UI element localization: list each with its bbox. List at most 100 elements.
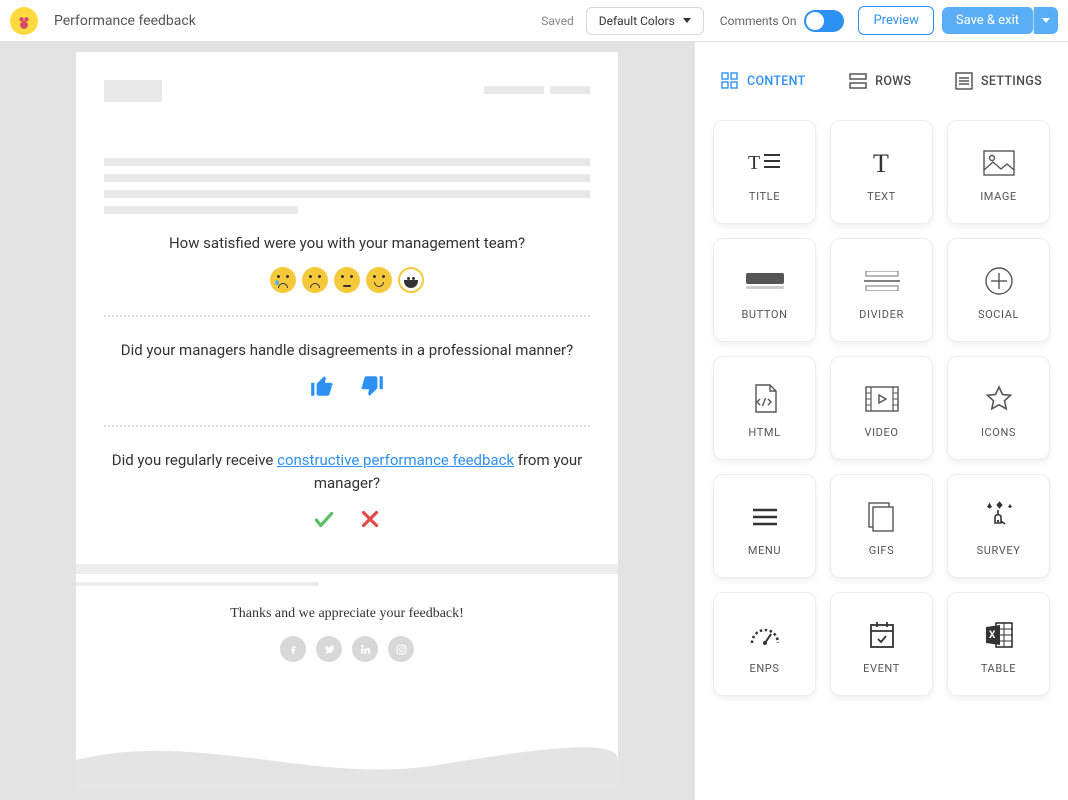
tile-label: ICONS bbox=[981, 426, 1016, 439]
social-icon bbox=[984, 260, 1014, 302]
emoji-rating-row bbox=[104, 267, 590, 293]
chevron-down-icon bbox=[1042, 18, 1050, 23]
excel-icon: X bbox=[984, 614, 1014, 656]
image-icon bbox=[983, 142, 1015, 184]
tab-rows[interactable]: ROWS bbox=[849, 72, 911, 90]
tile-social[interactable]: SOCIAL bbox=[947, 238, 1050, 342]
settings-icon bbox=[955, 72, 973, 90]
header-text-placeholder bbox=[550, 86, 590, 94]
header-logo-placeholder bbox=[104, 80, 162, 102]
saved-status: Saved bbox=[541, 14, 573, 28]
survey-icon bbox=[981, 496, 1017, 538]
gifs-icon bbox=[868, 496, 896, 538]
tile-label: BUTTON bbox=[741, 308, 787, 321]
editor-canvas[interactable]: How satisfied were you with your managem… bbox=[0, 42, 694, 800]
button-icon bbox=[746, 260, 784, 302]
preview-button[interactable]: Preview bbox=[858, 6, 933, 35]
rows-icon bbox=[849, 72, 867, 90]
tile-video[interactable]: VIDEO bbox=[830, 356, 933, 460]
tile-label: DIVIDER bbox=[859, 308, 904, 321]
email-preview: How satisfied were you with your managem… bbox=[76, 52, 618, 790]
dotted-divider bbox=[104, 315, 590, 317]
tile-title[interactable]: T TITLE bbox=[713, 120, 816, 224]
tile-divider[interactable]: DIVIDER bbox=[830, 238, 933, 342]
panel-tabs: CONTENT ROWS SETTINGS bbox=[713, 50, 1050, 120]
app-logo bbox=[10, 7, 38, 35]
tile-text[interactable]: T TEXT bbox=[830, 120, 933, 224]
social-icons-row bbox=[104, 636, 590, 662]
thumbs-row bbox=[104, 373, 590, 403]
emoji-neutral-icon[interactable] bbox=[334, 267, 360, 293]
thumbs-up-icon[interactable] bbox=[309, 373, 335, 403]
save-button-group: Save & exit bbox=[942, 7, 1058, 34]
twitter-icon[interactable] bbox=[316, 636, 342, 662]
svg-text:X: X bbox=[989, 630, 996, 641]
thin-divider bbox=[76, 582, 319, 586]
comments-toggle[interactable] bbox=[804, 10, 844, 32]
content-tiles: T TITLE T TEXT IMAGE BUTTON DIVIDER SOCIAL… bbox=[713, 120, 1050, 696]
tile-event[interactable]: EVENT bbox=[830, 592, 933, 696]
tile-label: IMAGE bbox=[980, 190, 1017, 203]
top-bar: Performance feedback Saved Default Color… bbox=[0, 0, 1068, 42]
tile-button[interactable]: BUTTON bbox=[713, 238, 816, 342]
tile-label: MENU bbox=[748, 544, 781, 557]
tile-label: VIDEO bbox=[864, 426, 898, 439]
tile-table[interactable]: X TABLE bbox=[947, 592, 1050, 696]
tile-gifs[interactable]: GIFS bbox=[830, 474, 933, 578]
emoji-very-sad-icon[interactable] bbox=[270, 267, 296, 293]
title-icon: T bbox=[748, 142, 782, 184]
page-title: Performance feedback bbox=[54, 13, 196, 29]
cross-icon[interactable] bbox=[357, 506, 383, 536]
tile-menu[interactable]: MENU bbox=[713, 474, 816, 578]
menu-icon bbox=[751, 496, 779, 538]
tile-label: TABLE bbox=[981, 662, 1016, 675]
save-dropdown-button[interactable] bbox=[1034, 7, 1058, 34]
save-exit-button[interactable]: Save & exit bbox=[942, 7, 1034, 34]
emoji-grin-icon[interactable] bbox=[398, 267, 424, 293]
check-icon[interactable] bbox=[311, 506, 337, 536]
svg-text:T: T bbox=[748, 152, 760, 174]
comments-label: Comments On bbox=[720, 14, 797, 28]
instagram-icon[interactable] bbox=[388, 636, 414, 662]
tile-html[interactable]: HTML bbox=[713, 356, 816, 460]
html-icon bbox=[752, 378, 778, 420]
tile-icons[interactable]: ICONS bbox=[947, 356, 1050, 460]
linkedin-icon[interactable] bbox=[352, 636, 378, 662]
paragraph-placeholder bbox=[104, 158, 590, 166]
tile-survey[interactable]: SURVEY bbox=[947, 474, 1050, 578]
tile-label: TITLE bbox=[749, 190, 780, 203]
tile-image[interactable]: IMAGE bbox=[947, 120, 1050, 224]
tile-label: HTML bbox=[748, 426, 780, 439]
emoji-sad-icon[interactable] bbox=[302, 267, 328, 293]
question-2-text: Did your managers handle disagreements i… bbox=[104, 339, 590, 362]
emoji-happy-icon[interactable] bbox=[366, 267, 392, 293]
tile-enps[interactable]: ENPS bbox=[713, 592, 816, 696]
footer-wave bbox=[76, 730, 618, 790]
tab-content-label: CONTENT bbox=[747, 74, 806, 89]
tile-label: TEXT bbox=[867, 190, 896, 203]
tile-label: SOCIAL bbox=[978, 308, 1019, 321]
divider-icon bbox=[864, 260, 900, 302]
tab-settings[interactable]: SETTINGS bbox=[955, 72, 1042, 90]
paragraph-placeholder bbox=[104, 206, 298, 214]
facebook-icon[interactable] bbox=[280, 636, 306, 662]
svg-text:T: T bbox=[873, 149, 889, 177]
grid-icon bbox=[721, 72, 739, 90]
colors-dropdown[interactable]: Default Colors bbox=[586, 7, 704, 35]
header-text-placeholder bbox=[484, 86, 544, 94]
chevron-down-icon bbox=[683, 18, 691, 23]
paragraph-placeholder bbox=[104, 174, 590, 182]
question-3-text: Did you regularly receive constructive p… bbox=[104, 449, 590, 494]
question-1-text: How satisfied were you with your managem… bbox=[104, 232, 590, 255]
tile-label: GIFS bbox=[869, 544, 895, 557]
tab-content[interactable]: CONTENT bbox=[721, 72, 806, 90]
colors-dropdown-label: Default Colors bbox=[599, 14, 675, 28]
tab-settings-label: SETTINGS bbox=[981, 74, 1042, 89]
thumbs-down-icon[interactable] bbox=[359, 373, 385, 403]
q3-link[interactable]: constructive performance feedback bbox=[277, 451, 514, 469]
tile-label: EVENT bbox=[863, 662, 900, 675]
thanks-text: Thanks and we appreciate your feedback! bbox=[104, 606, 590, 622]
gauge-icon bbox=[749, 614, 781, 656]
thick-divider bbox=[76, 564, 618, 574]
tab-rows-label: ROWS bbox=[875, 74, 911, 89]
